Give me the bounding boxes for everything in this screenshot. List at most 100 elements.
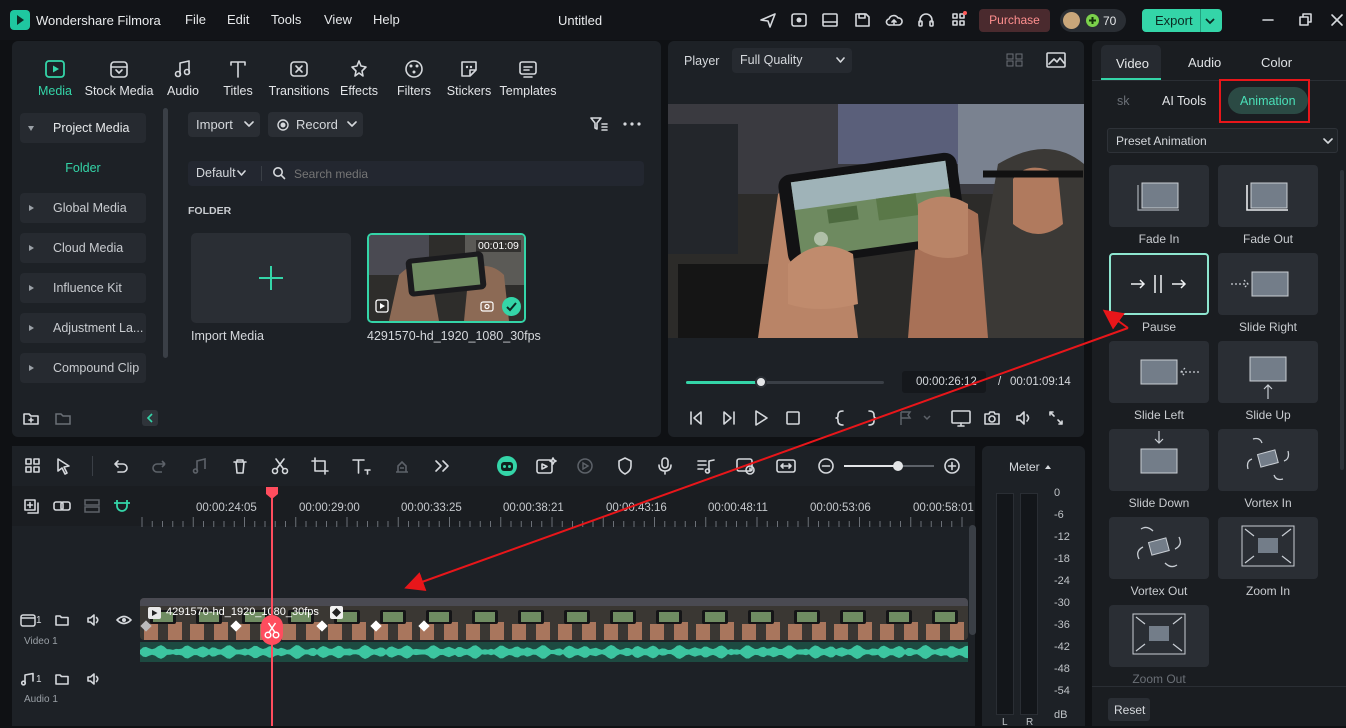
add-track-icon[interactable] [22,497,42,515]
microphone-icon[interactable] [655,456,675,476]
animation-pause[interactable]: Pause [1109,253,1209,334]
render-preview-icon[interactable] [735,456,757,476]
audio-track-area[interactable] [140,662,968,726]
animation-slide-right[interactable]: Slide Right [1218,253,1318,334]
reset-button[interactable]: Reset [1108,698,1150,721]
tab-color[interactable]: Color [1261,55,1292,70]
next-frame-icon[interactable] [719,408,739,428]
sidebar-item-project-media[interactable]: Project Media [20,113,146,143]
collapse-sidebar-icon[interactable] [142,410,158,426]
layout-icon[interactable] [819,9,841,31]
mark-out-icon[interactable] [864,408,880,428]
text-icon[interactable] [350,456,372,476]
select-pointer-icon[interactable] [54,456,74,476]
snapshot-camera-icon[interactable] [982,408,1002,428]
ai-video-icon[interactable] [535,456,557,476]
stabilize-icon[interactable] [392,456,412,476]
more-tools-icon[interactable] [432,456,452,476]
more-options-icon[interactable] [621,114,643,134]
cloud-upload-icon[interactable] [883,9,905,31]
animation-fade-in[interactable]: Fade In [1109,165,1209,246]
track-manager-icon[interactable] [82,497,102,515]
fullscreen-icon[interactable] [1046,408,1066,428]
preset-animation-dropdown[interactable]: Preset Animation [1107,128,1338,153]
sidebar-item-cloud-media[interactable]: Cloud Media [20,233,146,263]
playhead-handle[interactable] [265,486,279,500]
folder-icon[interactable] [55,613,69,627]
folder-icon[interactable] [55,672,69,686]
quality-dropdown[interactable]: Full Quality [732,48,852,73]
redo-icon[interactable] [150,456,170,476]
sub-tab-ai-tools[interactable]: AI Tools [1162,94,1206,108]
screen-record-icon[interactable] [788,9,810,31]
new-folder-icon[interactable] [22,409,40,427]
audio-waveform[interactable] [140,642,968,662]
grid-view-icon[interactable] [1004,50,1028,70]
tab-media[interactable]: Media [20,58,90,98]
marker-dropdown-icon[interactable] [896,408,936,428]
import-media-tile[interactable] [191,233,351,323]
delete-icon[interactable] [230,456,250,476]
search-input[interactable] [294,164,624,183]
timeline-scrollbar[interactable] [969,525,976,635]
audio-note-icon[interactable] [190,456,210,476]
sidebar-item-global-media[interactable]: Global Media [20,193,146,223]
image-snapshot-icon[interactable] [1044,50,1068,70]
current-time-box[interactable]: 00:00:26:12 [902,371,986,393]
menu-help[interactable]: Help [373,12,400,27]
meter-label-dropdown[interactable]: Meter [1009,460,1051,474]
tab-audio-properties[interactable]: Audio [1188,55,1221,70]
track-volume-icon[interactable] [86,613,102,627]
previous-frame-icon[interactable] [686,408,706,428]
sub-tab-basic[interactable]: sk [1117,94,1130,108]
zoom-in-icon[interactable] [943,457,961,475]
support-headset-icon[interactable] [915,9,937,31]
layout-grid-icon[interactable] [23,456,43,476]
ai-assistant-icon[interactable] [495,454,519,478]
eye-visibility-icon[interactable] [116,614,132,626]
restore-icon[interactable] [1294,9,1316,31]
menu-file[interactable]: File [185,12,206,27]
sort-dropdown[interactable]: Default [196,161,246,186]
video-preview[interactable] [668,104,1084,338]
media-clip-thumbnail[interactable]: 00:01:09 [367,233,526,323]
mark-in-icon[interactable] [832,408,848,428]
crop-icon[interactable] [310,456,330,476]
volume-icon[interactable] [1014,408,1034,428]
playhead-line[interactable] [271,487,273,726]
animation-zoom-out[interactable]: Zoom Out [1109,605,1209,686]
sidebar-scrollbar[interactable] [163,108,168,358]
chevron-down-icon[interactable] [1204,16,1216,26]
animation-vortex-in[interactable]: Vortex In [1218,429,1318,510]
playhead-split-scissors-icon[interactable] [261,615,283,645]
export-button[interactable]: Export [1142,9,1222,32]
send-icon[interactable] [757,9,779,31]
tab-titles[interactable]: Titles [203,58,273,98]
close-icon[interactable] [1326,9,1346,31]
property-scrollbar[interactable] [1340,170,1344,470]
filter-icon[interactable] [588,114,610,134]
import-dropdown[interactable]: Import [188,112,260,137]
record-dropdown[interactable]: Record [268,112,363,137]
undo-icon[interactable] [110,456,130,476]
display-monitor-icon[interactable] [950,408,972,428]
auto-highlight-icon[interactable] [575,456,595,476]
stop-icon[interactable] [783,408,803,428]
sidebar-item-adjustment-layer[interactable]: Adjustment La... [20,313,146,343]
move-folder-icon[interactable] [54,409,72,427]
menu-edit[interactable]: Edit [227,12,249,27]
menu-tools[interactable]: Tools [271,12,301,27]
tab-video[interactable]: Video [1101,45,1161,80]
zoom-out-icon[interactable] [817,457,835,475]
menu-view[interactable]: View [324,12,352,27]
fit-timeline-icon[interactable] [775,456,797,476]
purchase-button[interactable]: Purchase [979,9,1050,32]
split-scissors-icon[interactable] [270,456,290,476]
save-icon[interactable] [851,9,873,31]
animation-slide-down[interactable]: Slide Down [1109,429,1209,510]
play-icon[interactable] [751,408,771,428]
apps-grid-icon[interactable] [948,9,970,31]
animation-slide-left[interactable]: Slide Left [1109,341,1209,422]
zoom-slider-handle[interactable] [893,461,903,471]
track-volume-icon[interactable] [86,672,102,686]
